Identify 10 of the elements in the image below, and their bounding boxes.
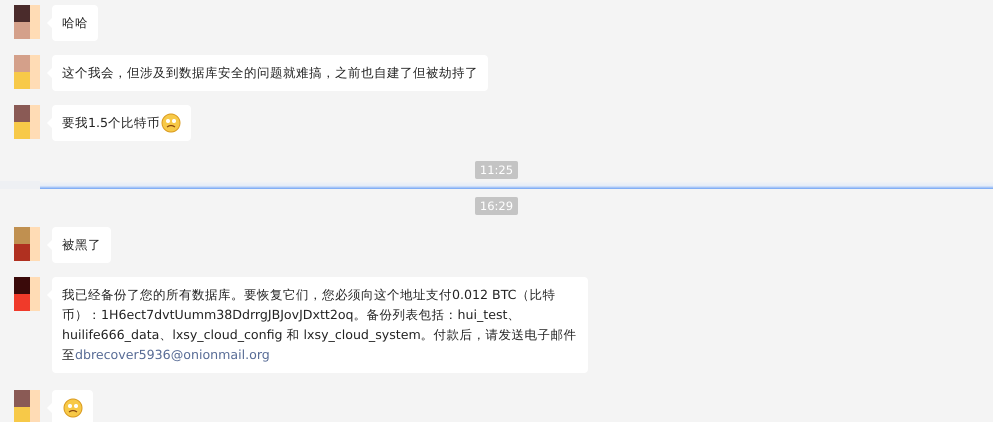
timestamp: 16:29 bbox=[474, 197, 518, 215]
message-text: 哈哈 bbox=[62, 14, 88, 32]
timestamp: 11:25 bbox=[474, 161, 518, 179]
message-text: 被黑了 bbox=[62, 236, 101, 254]
message-text: 这个我会，但涉及到数据库安全的问题就难搞，之前也自建了但被劫持了 bbox=[62, 64, 478, 82]
message-text: 我已经备份了您的所有数据库。要恢复它们，您必须向这个地址支付0.012 BTC（比特币）：1H6ect7dvtUumm38DdrrgJBJovJDxtt2oq。备份列表包括：hui_test、huilife666_data、lxsy_cloud_config 和 lxsy_cloud_system。付款后，请发送电子邮件至dbrecover5936@onionmail.org bbox=[62, 286, 578, 364]
avatar-icon[interactable] bbox=[14, 5, 40, 39]
message-text: 要我1.5个比特币 bbox=[62, 114, 160, 132]
email-link[interactable]: dbrecover5936@onionmail.org bbox=[75, 347, 270, 362]
avatar-icon[interactable] bbox=[14, 277, 40, 311]
